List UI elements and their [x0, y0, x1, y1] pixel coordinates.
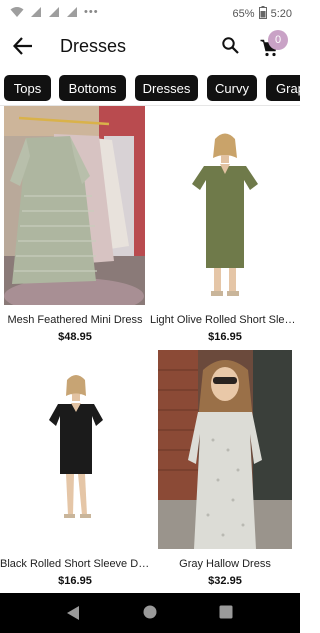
- page-title: Dresses: [60, 36, 127, 56]
- product-card[interactable]: Gray Hallow Dress $32.95: [150, 350, 296, 590]
- product-card[interactable]: Black Rolled Short Sleeve Dress $16.95: [0, 350, 150, 590]
- product-price: $48.95: [58, 331, 92, 343]
- battery-icon: [258, 6, 267, 22]
- app-bar: Dresses: [0, 28, 300, 68]
- category-chip-tops[interactable]: Tops: [4, 75, 51, 101]
- arrow-back-icon: [12, 36, 33, 60]
- battery-text: 65%: [232, 8, 255, 20]
- circle-home-icon: [143, 605, 157, 623]
- product-price: $16.95: [208, 331, 242, 343]
- product-card[interactable]: Mesh Feathered Mini Dress $48.95: [4, 106, 150, 346]
- wifi-icon: [10, 6, 24, 18]
- product-name: Gray Hallow Dress: [179, 558, 271, 570]
- signal-icon: [66, 6, 78, 18]
- product-card[interactable]: Light Olive Rolled Short Sleeve Dress $1…: [150, 106, 300, 346]
- back-button[interactable]: [10, 35, 36, 61]
- signal-icon: [30, 6, 42, 18]
- status-bar: ••• 65% 5:20: [0, 0, 300, 28]
- product-name: Mesh Feathered Mini Dress: [7, 314, 143, 326]
- nav-back-button[interactable]: [66, 605, 82, 621]
- category-chips: Tops Bottoms Dresses Curvy Grap: [0, 75, 300, 101]
- status-icons: •••: [10, 6, 99, 18]
- product-image: [158, 350, 292, 549]
- signal-icon: [48, 6, 60, 18]
- product-name: Black Rolled Short Sleeve Dress: [0, 558, 150, 570]
- category-chip-bottoms[interactable]: Bottoms: [59, 75, 126, 101]
- square-recents-icon: [219, 605, 233, 623]
- product-price: $32.95: [208, 575, 242, 587]
- product-image: [158, 106, 292, 305]
- product-name: Light Olive Rolled Short Sleeve Dress: [150, 314, 300, 326]
- notification-dots: •••: [84, 6, 99, 18]
- nav-home-button[interactable]: [143, 605, 159, 621]
- search-button[interactable]: [218, 36, 242, 60]
- cart-count-badge: 0: [268, 30, 288, 50]
- nav-recents-button[interactable]: [219, 605, 235, 621]
- navigation-bar: [0, 593, 300, 633]
- category-chip-graphic[interactable]: Grap: [266, 75, 300, 101]
- search-icon: [221, 37, 239, 59]
- product-image: [4, 350, 145, 549]
- category-chip-curvy[interactable]: Curvy: [207, 75, 257, 101]
- category-chip-dresses[interactable]: Dresses: [135, 75, 198, 101]
- status-right: 65% 5:20: [233, 6, 292, 22]
- triangle-back-icon: [66, 606, 80, 625]
- product-price: $16.95: [58, 575, 92, 587]
- clock: 5:20: [270, 8, 292, 20]
- product-image: [4, 106, 145, 305]
